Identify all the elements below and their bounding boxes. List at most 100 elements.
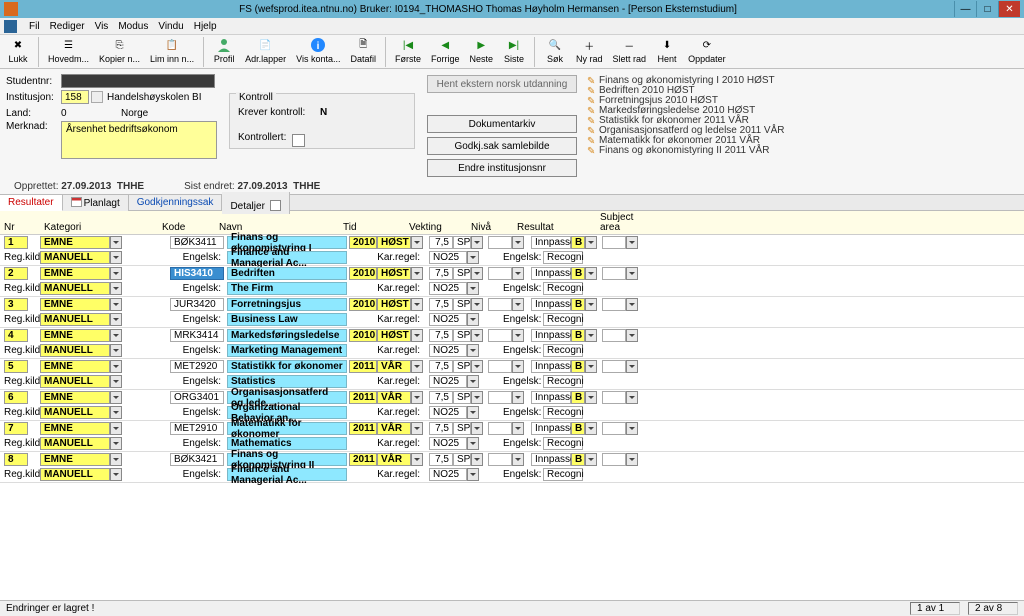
cell-year[interactable]: 2010 — [349, 267, 377, 280]
menu-rediger[interactable]: Rediger — [50, 21, 85, 32]
cell-navn[interactable]: Forretningsjus — [227, 298, 347, 311]
cell-kode[interactable]: MRK3414 — [170, 329, 224, 342]
cell-vekt-type[interactable]: SP — [453, 298, 471, 311]
tb-slettrad[interactable]: －Slett rad — [610, 37, 650, 64]
cell-vekt-type[interactable]: SP — [453, 236, 471, 249]
cell-kategori[interactable]: EMNE — [40, 360, 110, 373]
cell-niva[interactable] — [488, 360, 512, 373]
cell-kode[interactable]: MET2920 — [170, 360, 224, 373]
res-dropdown[interactable] — [585, 267, 597, 280]
cell-vekt-num[interactable]: 7,5 — [429, 453, 453, 466]
subject-dropdown[interactable] — [626, 298, 638, 311]
cell-engelsk-navn[interactable]: The Firm — [227, 282, 347, 295]
cell-resultat[interactable]: Innpasse — [531, 267, 571, 280]
cell-subject[interactable] — [602, 422, 626, 435]
cell-kategori[interactable]: EMNE — [40, 298, 110, 311]
cell-nr[interactable]: 8 — [4, 453, 28, 466]
cell-sem[interactable]: VÅR — [377, 391, 411, 404]
cell-nr[interactable]: 3 — [4, 298, 28, 311]
cell-karregel[interactable]: NO25 — [429, 468, 467, 481]
manuell-dropdown[interactable] — [110, 282, 122, 295]
tb-neste[interactable]: ▶Neste — [467, 37, 497, 64]
cell-vekt-type[interactable]: SP — [453, 329, 471, 342]
cell-niva[interactable] — [488, 267, 512, 280]
close-button[interactable]: ✕ — [998, 1, 1020, 17]
manuell-dropdown[interactable] — [110, 251, 122, 264]
kar-dropdown[interactable] — [467, 468, 479, 481]
field-studentnr[interactable] — [61, 74, 215, 88]
cell-resultat-grade[interactable]: B — [571, 329, 585, 342]
cell-sem[interactable]: HØST — [377, 298, 411, 311]
tb-lukk[interactable]: ✖Lukk — [4, 37, 32, 64]
tb-adrlapper[interactable]: 📄Adr.lapper — [242, 37, 289, 64]
right-list-item[interactable]: Statistikk for økonomer 2011 VÅR — [587, 115, 803, 125]
cell-vekt-type[interactable]: SP — [453, 391, 471, 404]
cell-engelsk-navn[interactable]: Finance and Managerial Ac... — [227, 251, 347, 264]
cell-sem[interactable]: VÅR — [377, 422, 411, 435]
right-list-item[interactable]: Organisasjonsatferd og ledelse 2011 VÅR — [587, 125, 803, 135]
cell-eng-res[interactable]: Recogni — [543, 406, 583, 419]
cell-sem[interactable]: VÅR — [377, 360, 411, 373]
subject-dropdown[interactable] — [626, 422, 638, 435]
sem-dropdown[interactable] — [411, 298, 423, 311]
sem-dropdown[interactable] — [411, 329, 423, 342]
niva-dropdown[interactable] — [512, 298, 524, 311]
res-dropdown[interactable] — [585, 391, 597, 404]
kar-dropdown[interactable] — [467, 406, 479, 419]
cell-resultat-grade[interactable]: B — [571, 298, 585, 311]
res-dropdown[interactable] — [585, 422, 597, 435]
cell-niva[interactable] — [488, 453, 512, 466]
cell-subject[interactable] — [602, 391, 626, 404]
manuell-dropdown[interactable] — [110, 313, 122, 326]
cell-kode[interactable]: BØK3411 — [170, 236, 224, 249]
cell-year[interactable]: 2011 — [349, 391, 377, 404]
cell-niva[interactable] — [488, 298, 512, 311]
res-dropdown[interactable] — [585, 236, 597, 249]
right-list-item[interactable]: Finans og økonomistyring II 2011 VÅR — [587, 145, 803, 155]
cell-resultat-grade[interactable]: B — [571, 267, 585, 280]
cell-eng-res[interactable]: Recogni — [543, 282, 583, 295]
cell-niva[interactable] — [488, 236, 512, 249]
sem-dropdown[interactable] — [411, 391, 423, 404]
kategori-dropdown[interactable] — [110, 422, 122, 435]
cell-resultat[interactable]: Innpasse — [531, 298, 571, 311]
cell-sem[interactable]: VÅR — [377, 453, 411, 466]
cell-manuell[interactable]: MANUELL — [40, 282, 110, 295]
niva-dropdown[interactable] — [512, 422, 524, 435]
res-dropdown[interactable] — [585, 360, 597, 373]
cell-navn[interactable]: Matematikk for økonomer — [227, 422, 347, 435]
cell-navn[interactable]: Markedsføringsledelse — [227, 329, 347, 342]
cell-karregel[interactable]: NO25 — [429, 313, 467, 326]
cell-vekt-num[interactable]: 7,5 — [429, 360, 453, 373]
detaljer-checkbox[interactable] — [270, 200, 281, 211]
tb-forste[interactable]: |◀Første — [392, 37, 424, 64]
cell-sem[interactable]: HØST — [377, 236, 411, 249]
tb-nyrad[interactable]: ＋Ny rad — [573, 37, 606, 64]
cell-eng-res[interactable]: Recogni — [543, 251, 583, 264]
tb-hent[interactable]: ⬇Hent — [653, 37, 681, 64]
kar-dropdown[interactable] — [467, 251, 479, 264]
manuell-dropdown[interactable] — [110, 468, 122, 481]
kategori-dropdown[interactable] — [110, 391, 122, 404]
cell-year[interactable]: 2010 — [349, 236, 377, 249]
cell-subject[interactable] — [602, 329, 626, 342]
btn-endre[interactable]: Endre institusjonsnr — [427, 159, 577, 177]
cell-year[interactable]: 2010 — [349, 329, 377, 342]
kar-dropdown[interactable] — [467, 437, 479, 450]
niva-dropdown[interactable] — [512, 360, 524, 373]
kategori-dropdown[interactable] — [110, 329, 122, 342]
cell-eng-res[interactable]: Recogni — [543, 437, 583, 450]
subject-dropdown[interactable] — [626, 391, 638, 404]
niva-dropdown[interactable] — [512, 453, 524, 466]
vekt-dropdown[interactable] — [471, 236, 483, 249]
vekt-dropdown[interactable] — [471, 391, 483, 404]
cell-manuell[interactable]: MANUELL — [40, 251, 110, 264]
kar-dropdown[interactable] — [467, 313, 479, 326]
cell-year[interactable]: 2011 — [349, 453, 377, 466]
menu-hjelp[interactable]: Hjelp — [194, 21, 217, 32]
cell-nr[interactable]: 2 — [4, 267, 28, 280]
cell-resultat[interactable]: Innpasse — [531, 329, 571, 342]
cell-navn[interactable]: Statistikk for økonomer — [227, 360, 347, 373]
kar-dropdown[interactable] — [467, 282, 479, 295]
cell-resultat-grade[interactable]: B — [571, 360, 585, 373]
